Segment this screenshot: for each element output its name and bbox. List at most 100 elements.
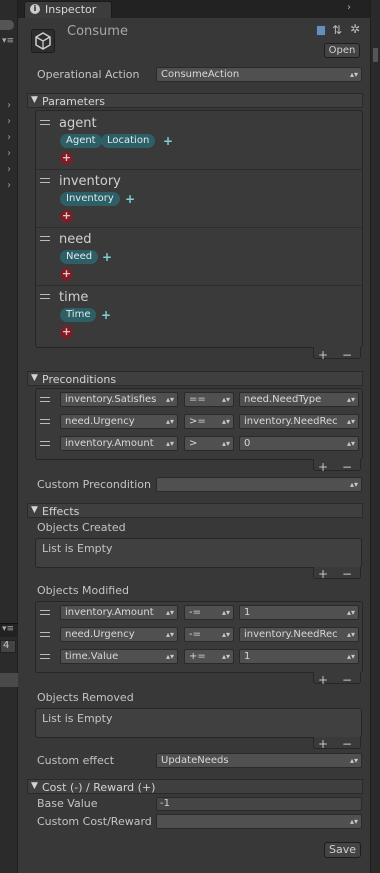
left-chevron-icon[interactable]: ›	[7, 164, 11, 175]
remove-item-button[interactable]: −	[342, 349, 352, 361]
effect-operator-dropdown[interactable]: -= ▴▾	[184, 605, 234, 620]
drag-handle-icon[interactable]	[40, 419, 50, 424]
effect-right-dropdown[interactable]: inventory.NeedRec ▴▾	[239, 627, 359, 642]
preset-sliders-icon[interactable]: ⇅	[332, 23, 342, 37]
base-value-label: Base Value	[37, 797, 98, 810]
left-chevron-icon[interactable]: ›	[7, 132, 11, 143]
preconditions-foldout[interactable]: ▼ Preconditions	[27, 371, 363, 386]
effect-left-dropdown[interactable]: need.Urgency ▴▾	[60, 627, 178, 642]
effect-right-value: inventory.NeedRec	[244, 629, 338, 640]
help-book-icon[interactable]	[316, 25, 326, 36]
precondition-operator-dropdown[interactable]: == ▴▾	[184, 392, 234, 407]
left-search-box[interactable]	[0, 20, 14, 30]
dropdown-arrow-icon: ▴▾	[221, 395, 230, 404]
add-type-button[interactable]: +	[102, 251, 112, 263]
precondition-left-dropdown[interactable]: inventory.Satisfies ▴▾	[60, 392, 178, 407]
drag-handle-icon[interactable]	[40, 178, 50, 183]
add-item-button[interactable]: +	[318, 674, 328, 686]
open-button[interactable]: Open	[324, 43, 360, 58]
drag-handle-icon[interactable]	[40, 610, 50, 615]
foldout-triangle-icon: ▼	[31, 781, 38, 791]
precondition-operator-dropdown[interactable]: >= ▴▾	[184, 414, 234, 429]
cost-reward-title: Cost (-) / Reward (+)	[42, 781, 156, 794]
objects-modified-label: Objects Modified	[37, 584, 129, 597]
effect-operator-dropdown[interactable]: -= ▴▾	[184, 627, 234, 642]
foldout-triangle-icon: ▼	[31, 373, 38, 383]
save-button[interactable]: Save	[324, 842, 361, 858]
remove-parameter-button[interactable]: +	[60, 268, 73, 281]
dropdown-arrow-icon: ▴▾	[221, 439, 230, 448]
add-item-button[interactable]: +	[318, 738, 328, 750]
cost-reward-foldout[interactable]: ▼ Cost (-) / Reward (+)	[27, 779, 363, 794]
precondition-operator-value: ==	[189, 394, 206, 405]
custom-effect-dropdown[interactable]: UpdateNeeds ▴▾	[156, 753, 362, 768]
type-chip[interactable]: Time	[60, 308, 97, 322]
remove-item-button[interactable]: −	[342, 568, 352, 580]
dropdown-arrow-icon: ▴▾	[165, 652, 174, 661]
dropdown-arrow-icon: ▴▾	[346, 417, 355, 426]
dropdown-arrow-icon: ▴▾	[349, 70, 358, 79]
effect-operator-dropdown[interactable]: += ▴▾	[184, 649, 234, 664]
type-chip[interactable]: Inventory	[60, 192, 120, 206]
effects-foldout[interactable]: ▼ Effects	[27, 503, 363, 518]
drag-handle-icon[interactable]	[40, 120, 50, 125]
add-type-button[interactable]: +	[101, 309, 111, 321]
dropdown-arrow-icon: ▴▾	[349, 756, 358, 765]
tab-menu-icon[interactable]: ›	[347, 2, 351, 13]
base-value-field[interactable]: -1	[156, 797, 362, 811]
precondition-operator-dropdown[interactable]: > ▴▾	[184, 436, 234, 451]
add-item-button[interactable]: +	[318, 349, 328, 361]
dropdown-arrow-icon: ▴▾	[221, 417, 230, 426]
dropdown-arrow-icon: ▴▾	[221, 652, 230, 661]
drag-handle-icon[interactable]	[40, 654, 50, 659]
effect-right-dropdown[interactable]: 1 ▴▾	[239, 649, 359, 664]
precondition-right-dropdown[interactable]: 0 ▴▾	[239, 436, 359, 451]
type-chip[interactable]: Location	[101, 134, 156, 148]
effect-left-dropdown[interactable]: time.Value ▴▾	[60, 649, 178, 664]
dropdown-arrow-icon: ▴▾	[349, 817, 358, 826]
dropdown-arrow-icon: ▴▾	[346, 395, 355, 404]
precondition-left-value: inventory.Satisfies	[65, 394, 157, 405]
left-lower-menu-icon[interactable]: ▾≡	[2, 624, 14, 634]
remove-item-button[interactable]: −	[342, 461, 352, 473]
precondition-right-dropdown[interactable]: inventory.NeedRec ▴▾	[239, 414, 359, 429]
left-chevron-icon[interactable]: ›	[7, 148, 11, 159]
precondition-right-dropdown[interactable]: need.NeedType ▴▾	[239, 392, 359, 407]
row-separator	[36, 227, 362, 228]
settings-gear-icon[interactable]: ✲	[350, 22, 360, 36]
remove-item-button[interactable]: −	[342, 674, 352, 686]
tab-inspector[interactable]: i Inspector	[24, 1, 112, 18]
dropdown-arrow-icon: ▴▾	[346, 652, 355, 661]
type-chip[interactable]: Agent	[60, 134, 102, 148]
remove-parameter-button[interactable]: +	[60, 210, 73, 223]
custom-precondition-dropdown[interactable]: ▴▾	[156, 477, 362, 492]
type-chip[interactable]: Need	[60, 250, 99, 264]
add-item-button[interactable]: +	[318, 461, 328, 473]
add-item-button[interactable]: +	[318, 568, 328, 580]
add-type-button[interactable]: +	[163, 135, 173, 147]
dropdown-arrow-icon: ▴▾	[165, 417, 174, 426]
dropdown-arrow-icon: ▴▾	[165, 608, 174, 617]
drag-handle-icon[interactable]	[40, 632, 50, 637]
drag-handle-icon[interactable]	[40, 441, 50, 446]
custom-cost-reward-dropdown[interactable]: ▴▾	[156, 814, 362, 829]
add-type-button[interactable]: +	[125, 193, 135, 205]
left-chevron-icon[interactable]: ›	[7, 180, 11, 191]
effect-right-dropdown[interactable]: 1 ▴▾	[239, 605, 359, 620]
drag-handle-icon[interactable]	[40, 397, 50, 402]
dropdown-arrow-icon: ▴▾	[346, 608, 355, 617]
left-chevron-icon[interactable]: ›	[7, 100, 11, 111]
precondition-left-dropdown[interactable]: inventory.Amount ▴▾	[60, 436, 178, 451]
remove-item-button[interactable]: −	[342, 738, 352, 750]
remove-parameter-button[interactable]: +	[60, 326, 73, 339]
left-menu-icon[interactable]: ▾≡	[2, 36, 14, 46]
precondition-left-dropdown[interactable]: need.Urgency ▴▾	[60, 414, 178, 429]
drag-handle-icon[interactable]	[40, 236, 50, 241]
parameters-foldout[interactable]: ▼ Parameters	[27, 93, 363, 108]
remove-parameter-button[interactable]: +	[60, 152, 73, 165]
operational-action-dropdown[interactable]: ConsumeAction ▴▾	[156, 67, 362, 82]
effect-left-dropdown[interactable]: inventory.Amount ▴▾	[60, 605, 178, 620]
left-chevron-icon[interactable]: ›	[7, 116, 11, 127]
drag-handle-icon[interactable]	[40, 294, 50, 299]
dropdown-arrow-icon: ▴▾	[346, 630, 355, 639]
